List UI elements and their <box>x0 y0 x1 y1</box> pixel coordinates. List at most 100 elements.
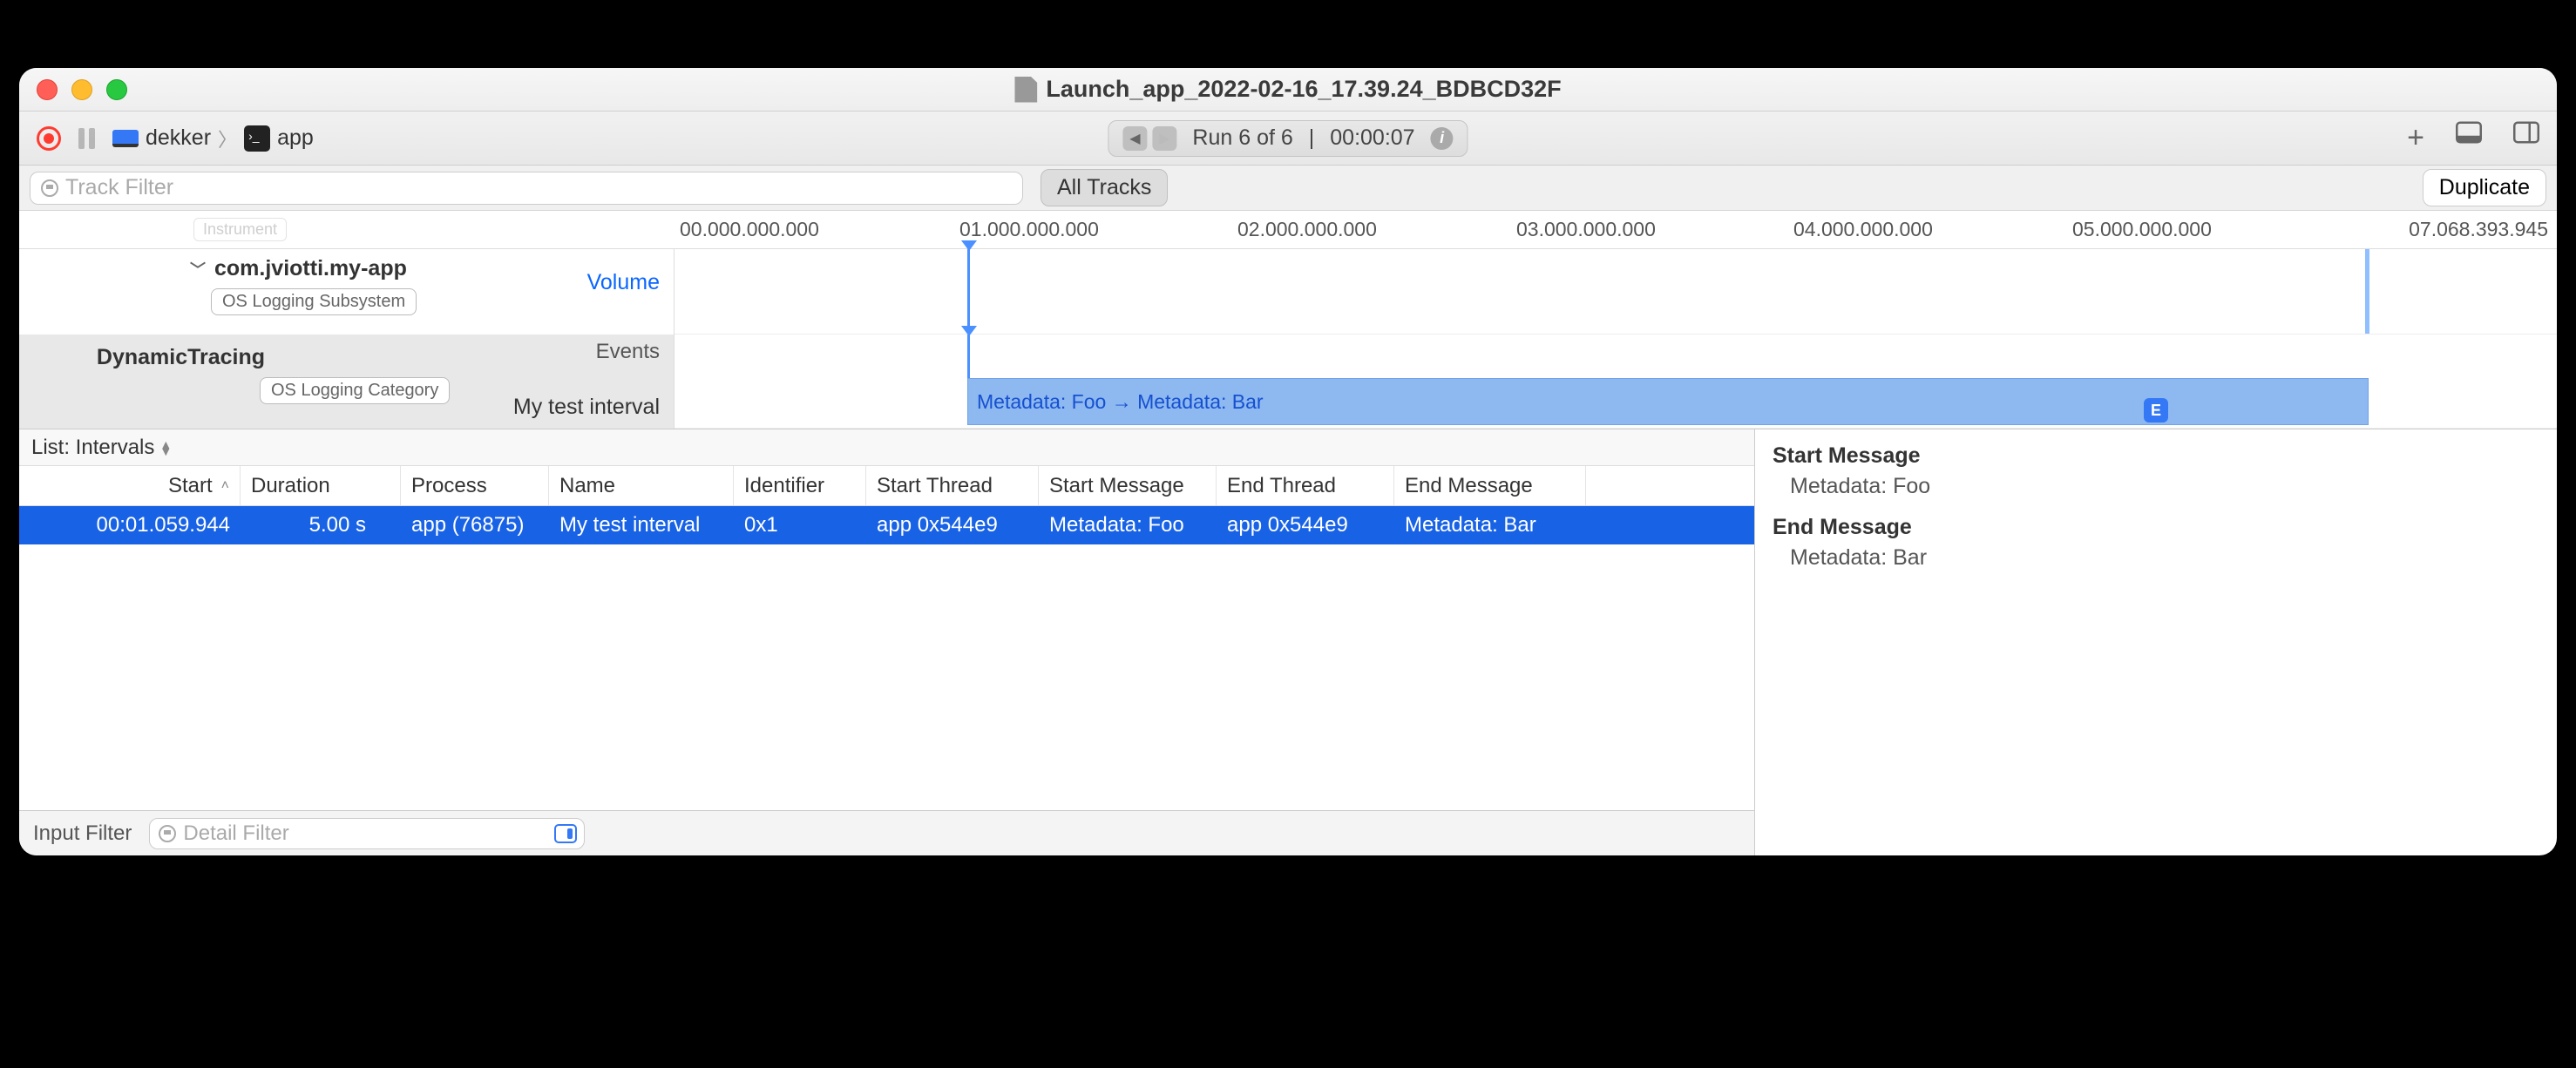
col-end-message[interactable]: End Message <box>1394 466 1586 505</box>
run-label: Run 6 of 6 <box>1192 125 1292 151</box>
terminal-app-icon <box>244 125 270 152</box>
extended-detail-badge[interactable]: E <box>2144 398 2168 422</box>
playhead-cat[interactable] <box>967 335 970 378</box>
bottom-bar: Input Filter Detail Filter <box>19 810 1754 855</box>
col-start-message[interactable]: Start Message <box>1039 466 1217 505</box>
info-icon[interactable]: i <box>1431 127 1454 150</box>
cell-start-message: Metadata: Foo <box>1039 513 1217 537</box>
titlebar: Launch_app_2022-02-16_17.39.24_BDBCD32F <box>19 68 2557 112</box>
filter-bar: Track Filter All Tracks Duplicate <box>19 166 2557 211</box>
chevron-right-icon: 〉 <box>218 125 237 152</box>
cell-identifier: 0x1 <box>734 513 866 537</box>
col-identifier[interactable]: Identifier <box>734 466 866 505</box>
table-empty-space <box>19 544 1754 810</box>
mac-icon <box>112 130 139 147</box>
filter-scope-icon[interactable] <box>554 824 577 843</box>
col-start-thread[interactable]: Start Thread <box>866 466 1039 505</box>
track-subsystem: ﹀ com.jviotti.my-app OS Logging Subsyste… <box>19 249 2557 335</box>
tick-1: 01.000.000.000 <box>959 218 1099 241</box>
toolbar-right: + <box>2407 121 2539 155</box>
filter-icon <box>159 825 176 842</box>
cell-duration: 5.00 s <box>241 513 401 537</box>
ruler-left: Instrument <box>19 211 675 248</box>
target-breadcrumb[interactable]: dekker 〉 app <box>112 125 314 152</box>
tick-end: 07.068.393.945 <box>2409 218 2548 241</box>
tick-2: 02.000.000.000 <box>1237 218 1377 241</box>
table-row[interactable]: 00:01.059.944 5.00 s app (76875) My test… <box>19 506 1754 544</box>
playhead[interactable] <box>967 249 970 334</box>
run-nav: ◀ ▶ <box>1122 126 1176 151</box>
document-icon <box>1014 77 1037 103</box>
tick-0: 00.000.000.000 <box>680 218 819 241</box>
all-tracks-button[interactable]: All Tracks <box>1041 169 1168 206</box>
close-button[interactable] <box>37 79 58 100</box>
cell-end-message: Metadata: Bar <box>1394 513 1586 537</box>
interval-label: My test interval <box>513 395 660 420</box>
list-mode-label: List: Intervals <box>31 436 154 460</box>
library-icon[interactable] <box>2456 121 2482 144</box>
interval-end-marker <box>2365 249 2369 334</box>
window-controls <box>37 79 127 100</box>
sidebar-toggle-icon[interactable] <box>2513 121 2539 144</box>
inspector-end-msg-title: End Message <box>1773 515 2539 540</box>
instruments-window: Launch_app_2022-02-16_17.39.24_BDBCD32F … <box>19 68 2557 855</box>
filter-icon <box>41 179 58 197</box>
col-process[interactable]: Process <box>401 466 549 505</box>
subsystem-name: com.jviotti.my-app <box>214 256 407 281</box>
instrument-badge: Instrument <box>193 218 287 241</box>
ruler: Instrument 00.000.000.000 01.000.000.000… <box>19 211 2557 249</box>
detail-pane: List: Intervals ▲▼ Start˄ Duration Proce… <box>19 429 2557 855</box>
inspector-end-msg-val: Metadata: Bar <box>1773 545 2539 571</box>
col-name[interactable]: Name <box>549 466 734 505</box>
toolbar: dekker 〉 app ◀ ▶ Run 6 of 6 | 00:00:07 i… <box>19 112 2557 166</box>
col-end-thread[interactable]: End Thread <box>1217 466 1394 505</box>
zoom-button[interactable] <box>106 79 127 100</box>
device-name: dekker <box>146 125 211 151</box>
detail-filter-input[interactable]: Detail Filter <box>149 818 585 849</box>
col-start[interactable]: Start˄ <box>19 466 241 505</box>
tick-4: 04.000.000.000 <box>1793 218 1933 241</box>
updown-icon: ▲▼ <box>159 441 172 455</box>
window-title: Launch_app_2022-02-16_17.39.24_BDBCD32F <box>1014 76 1561 103</box>
detail-filter-placeholder: Detail Filter <box>183 821 288 846</box>
tick-5: 05.000.000.000 <box>2072 218 2212 241</box>
interval-bar-text: Metadata: Foo → Metadata: Bar <box>977 390 1264 414</box>
title-text: Launch_app_2022-02-16_17.39.24_BDBCD32F <box>1046 76 1561 103</box>
category-badge: OS Logging Category <box>260 377 450 404</box>
volume-link[interactable]: Volume <box>587 270 660 295</box>
cell-start-thread: app 0x544e9 <box>866 513 1039 537</box>
table-header: Start˄ Duration Process Name Identifier … <box>19 466 1754 506</box>
ruler-ticks[interactable]: 00.000.000.000 01.000.000.000 02.000.000… <box>675 211 2557 248</box>
run-time: 00:00:07 <box>1330 125 1414 151</box>
inspector-start-msg-val: Metadata: Foo <box>1773 474 2539 499</box>
minimize-button[interactable] <box>71 79 92 100</box>
run-info-pill: ◀ ▶ Run 6 of 6 | 00:00:07 i <box>1108 120 1468 157</box>
pause-button[interactable] <box>78 128 95 149</box>
add-button[interactable]: + <box>2407 121 2424 155</box>
pill-sep: | <box>1309 125 1315 151</box>
cell-end-thread: app 0x544e9 <box>1217 513 1394 537</box>
record-button[interactable] <box>37 126 61 151</box>
track-filter-input[interactable]: Track Filter <box>30 172 1023 205</box>
track-category-label[interactable]: DynamicTracing OS Logging Category Event… <box>19 335 675 429</box>
cell-process: app (76875) <box>401 513 549 537</box>
inspector-start-msg-title: Start Message <box>1773 443 2539 469</box>
track-filter-placeholder: Track Filter <box>65 175 173 200</box>
run-next-button[interactable]: ▶ <box>1152 126 1176 151</box>
track-category-lane[interactable]: Metadata: Foo → Metadata: Bar <box>675 335 2557 429</box>
events-label: Events <box>596 340 660 364</box>
track-category: DynamicTracing OS Logging Category Event… <box>19 335 2557 429</box>
input-filter-label[interactable]: Input Filter <box>33 821 132 846</box>
col-duration[interactable]: Duration <box>241 466 401 505</box>
list-mode-selector[interactable]: List: Intervals ▲▼ <box>19 429 1754 466</box>
run-prev-button[interactable]: ◀ <box>1122 126 1147 151</box>
disclosure-icon[interactable]: ﹀ <box>190 258 206 281</box>
track-subsystem-label[interactable]: ﹀ com.jviotti.my-app OS Logging Subsyste… <box>19 249 675 335</box>
cell-name: My test interval <box>549 513 734 537</box>
duplicate-button[interactable]: Duplicate <box>2423 169 2546 206</box>
track-subsystem-lane[interactable] <box>675 249 2557 335</box>
category-name: DynamicTracing <box>33 341 660 370</box>
cell-start: 00:01.059.944 <box>19 513 241 537</box>
tick-3: 03.000.000.000 <box>1516 218 1656 241</box>
target-name: app <box>277 125 314 151</box>
